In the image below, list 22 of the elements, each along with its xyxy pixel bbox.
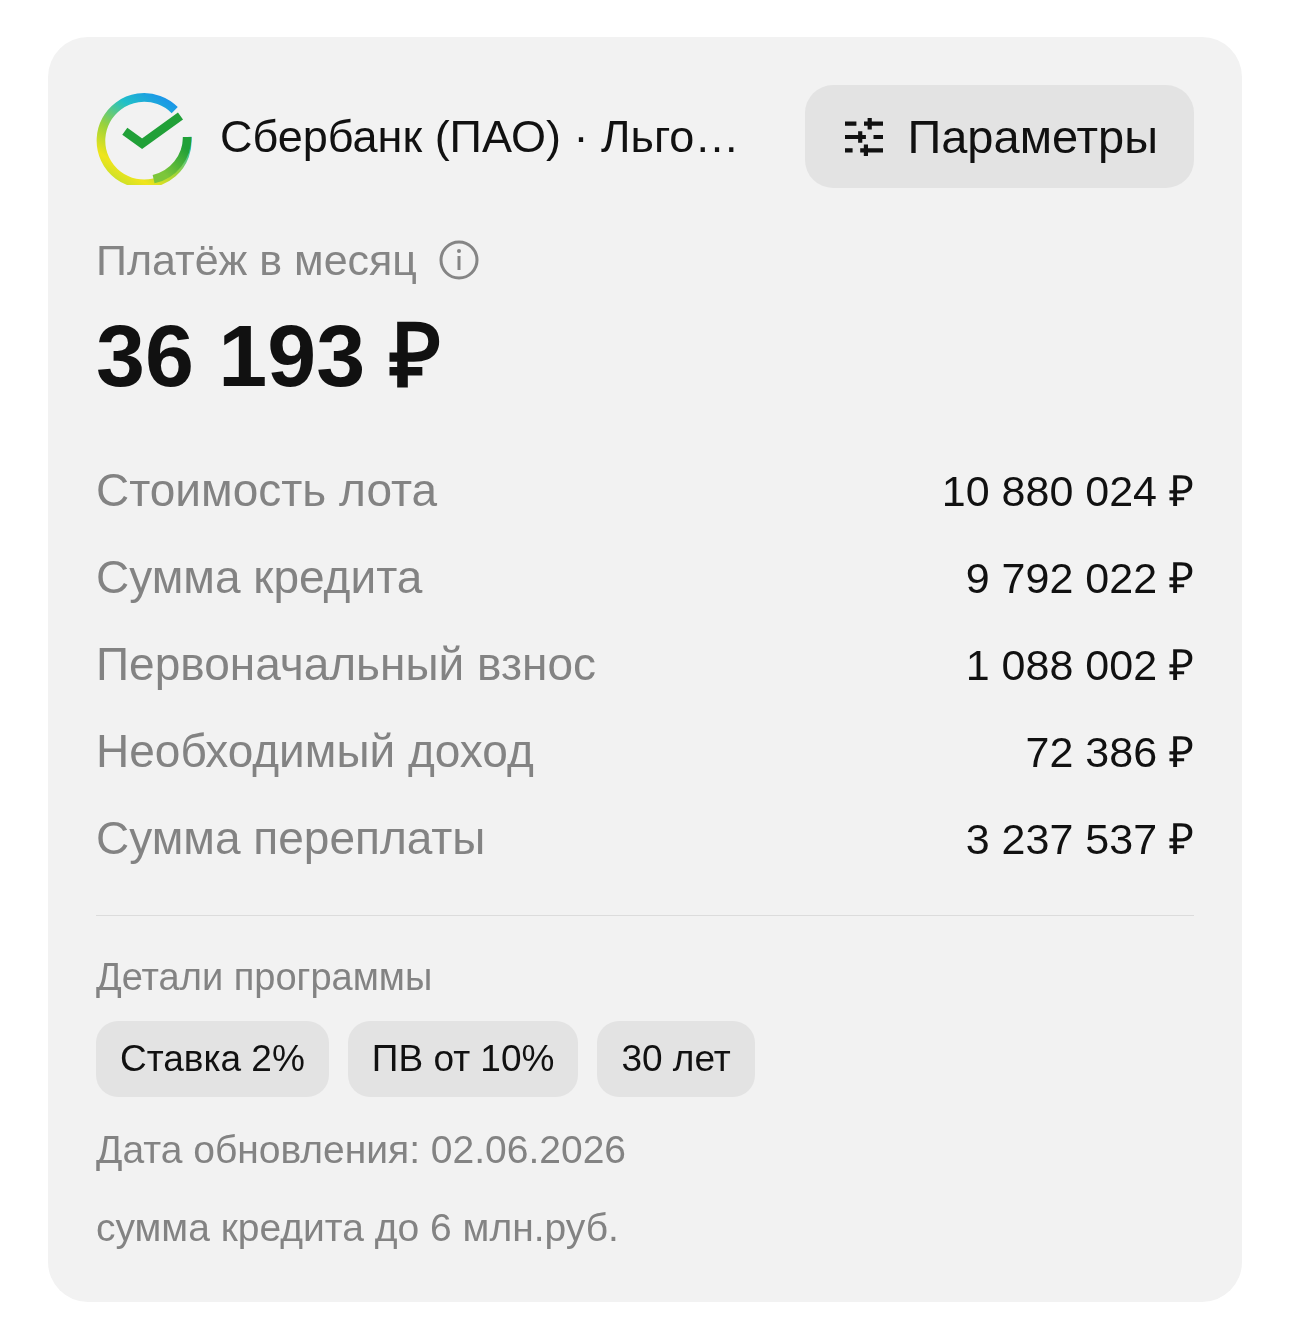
program-details-heading: Детали программы [96, 955, 433, 1000]
detail-label: Сумма кредита [96, 549, 423, 604]
detail-value: 72 386 ₽ [1025, 727, 1194, 778]
sliders-icon [845, 117, 884, 156]
detail-label: Первоначальный взнос [96, 636, 596, 691]
detail-label: Необходимый доход [96, 723, 534, 778]
program-tag: 30 лет [597, 1021, 755, 1097]
note-text: сумма кредита до 6 млн.руб. [96, 1205, 619, 1251]
monthly-payment-amount: 36 193 ₽ [96, 306, 441, 406]
detail-label: Сумма переплаты [96, 810, 486, 865]
program-tag: Ставка 2% [96, 1021, 329, 1097]
monthly-payment-label: Платёж в месяц [96, 235, 417, 285]
card-title: Сбербанк (ПАО) · Льго… [220, 110, 741, 163]
detail-value: 1 088 002 ₽ [965, 640, 1194, 691]
info-icon[interactable] [438, 240, 479, 280]
detail-value: 9 792 022 ₽ [965, 553, 1194, 604]
detail-label: Стоимость лота [96, 462, 438, 517]
detail-value: 10 880 024 ₽ [941, 466, 1194, 517]
note-text: Дата обновления: 02.06.2026 [96, 1127, 627, 1173]
detail-value: 3 237 537 ₽ [965, 814, 1194, 865]
program-tag: ПВ от 10% [347, 1021, 579, 1097]
parameters-button[interactable]: Параметры [805, 85, 1194, 188]
